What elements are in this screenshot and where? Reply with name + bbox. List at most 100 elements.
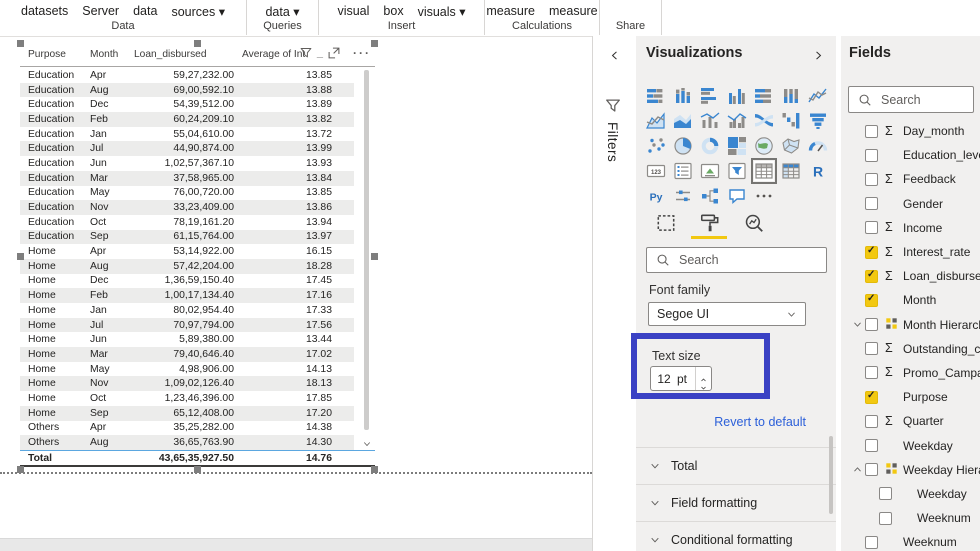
table-row[interactable]: Home Oct 1,23,46,396.00 17.85 (20, 391, 354, 406)
field-checkbox[interactable] (865, 246, 878, 259)
tab-fields-icon[interactable] (655, 212, 677, 234)
column-header[interactable]: Loan_disbursed (134, 49, 242, 60)
field-item[interactable]: Weekday (841, 482, 980, 506)
table-row[interactable]: Home Nov 1,09,02,126.40 18.13 (20, 376, 354, 391)
text-size-input[interactable] (651, 372, 677, 386)
qna-icon[interactable] (727, 186, 747, 206)
table-row[interactable]: Home Feb 1,00,17,134.40 17.16 (20, 288, 354, 303)
field-checkbox[interactable] (865, 366, 878, 379)
resize-handle[interactable] (371, 253, 378, 260)
field-checkbox[interactable] (865, 439, 878, 452)
decomposition-tree-icon[interactable] (700, 186, 720, 206)
line-clustered-column-icon[interactable] (727, 111, 747, 131)
field-item[interactable]: Σ Outstanding_c (841, 337, 980, 361)
field-checkbox[interactable] (865, 149, 878, 162)
tab-format-icon[interactable] (699, 212, 721, 234)
field-checkbox[interactable] (865, 197, 878, 210)
hierarchy-expand-icon[interactable] (850, 464, 865, 475)
fields-search[interactable] (848, 86, 974, 113)
field-item[interactable]: Purpose (841, 385, 980, 409)
table-row[interactable]: Education Mar 37,58,965.00 13.84 (20, 171, 354, 186)
field-checkbox[interactable] (865, 536, 878, 549)
treemap-icon[interactable] (727, 136, 747, 156)
field-checkbox[interactable] (865, 173, 878, 186)
python-icon[interactable]: Py (646, 186, 666, 206)
field-item[interactable]: Σ Interest_rate (841, 240, 980, 264)
focus-mode-icon[interactable] (327, 46, 341, 60)
table-row[interactable]: Education Sep 61,15,764.00 13.97 (20, 230, 354, 245)
table-row[interactable]: Education Feb 60,24,209.10 13.82 (20, 112, 354, 127)
table-row[interactable]: Education May 76,00,720.00 13.85 (20, 186, 354, 201)
matrix-icon[interactable] (781, 161, 801, 181)
table-row[interactable]: Home Apr 53,14,922.00 16.15 (20, 244, 354, 259)
ribbon-item[interactable]: measure (549, 4, 598, 19)
field-checkbox[interactable] (865, 221, 878, 234)
column-header[interactable]: Month (90, 49, 134, 60)
table-row[interactable]: Home Aug 57,42,204.00 18.28 (20, 259, 354, 274)
field-item[interactable]: Σ Quarter (841, 409, 980, 433)
filter-funnel-icon[interactable] (299, 46, 313, 60)
text-size-stepper[interactable]: pt (650, 366, 712, 391)
ribbon-item[interactable]: sources ▾ (171, 4, 225, 19)
field-item[interactable]: Weeknum (841, 506, 980, 530)
expand-filters-icon[interactable] (608, 49, 621, 62)
area-chart-icon[interactable] (646, 111, 666, 131)
resize-handle[interactable] (194, 40, 201, 47)
100-stacked-column-icon[interactable] (781, 86, 801, 106)
collapse-pane-icon[interactable] (812, 49, 825, 62)
fields-search-input[interactable] (879, 92, 964, 108)
format-section[interactable]: Field formatting (636, 484, 836, 521)
gauge-icon[interactable] (808, 136, 828, 156)
table-visual[interactable]: _ ··· PurposeMonthLoan_disbursedAverage … (20, 43, 375, 470)
more-options-icon[interactable]: ··· (353, 46, 371, 60)
field-item[interactable]: Σ Promo_Campa (841, 361, 980, 385)
more-visuals-icon[interactable] (754, 186, 774, 206)
multi-row-card-icon[interactable] (673, 161, 693, 181)
ribbon-item[interactable]: visual (337, 4, 369, 19)
table-row[interactable]: Home Jun 5,89,380.00 13.44 (20, 332, 354, 347)
field-checkbox[interactable] (865, 391, 878, 404)
spin-down-icon[interactable] (699, 379, 708, 387)
stacked-area-chart-icon[interactable] (673, 111, 693, 131)
field-item[interactable]: Education_level (841, 143, 980, 167)
table-icon[interactable] (754, 161, 774, 181)
format-section[interactable]: Total (636, 447, 836, 484)
100-stacked-bar-icon[interactable] (754, 86, 774, 106)
field-item[interactable]: Gender (841, 192, 980, 216)
field-checkbox[interactable] (879, 512, 892, 525)
donut-chart-icon[interactable] (700, 136, 720, 156)
field-item[interactable]: Month Hierarchy (841, 313, 980, 337)
field-item[interactable]: Σ Feedback (841, 167, 980, 191)
clustered-bar-chart-icon[interactable] (700, 86, 720, 106)
key-influencers-icon[interactable] (673, 186, 693, 206)
pane-scrollbar-thumb[interactable] (829, 436, 833, 514)
table-row[interactable]: Education Dec 54,39,512.00 13.89 (20, 97, 354, 112)
map-icon[interactable] (754, 136, 774, 156)
line-stacked-column-icon[interactable] (700, 111, 720, 131)
table-row[interactable]: Education Nov 33,23,409.00 13.86 (20, 200, 354, 215)
table-row[interactable]: Education Oct 78,19,161.20 13.94 (20, 215, 354, 230)
ribbon-item[interactable]: data ▾ (265, 4, 299, 19)
hierarchy-expand-icon[interactable] (850, 319, 865, 330)
table-row[interactable]: Home Jul 70,97,794.00 17.56 (20, 318, 354, 333)
field-checkbox[interactable] (865, 270, 878, 283)
field-checkbox[interactable] (865, 463, 878, 476)
table-row[interactable]: Home Sep 65,12,408.00 17.20 (20, 406, 354, 421)
resize-handle[interactable] (371, 466, 378, 473)
column-header[interactable]: Purpose (28, 49, 90, 60)
table-row[interactable]: Education Jul 44,90,874.00 13.99 (20, 141, 354, 156)
ribbon-item[interactable]: data (133, 4, 157, 19)
clustered-column-chart-icon[interactable] (727, 86, 747, 106)
stacked-bar-chart-icon[interactable] (646, 86, 666, 106)
revert-to-default-link[interactable]: Revert to default (714, 415, 806, 429)
field-item[interactable]: Σ Loan_disbursed (841, 264, 980, 288)
field-item[interactable]: Month (841, 288, 980, 312)
ribbon-item[interactable]: visuals ▾ (418, 4, 466, 19)
resize-handle[interactable] (17, 40, 24, 47)
scrollbar-thumb[interactable] (364, 70, 369, 430)
table-row[interactable]: Others Apr 35,25,282.00 14.38 (20, 421, 354, 436)
funnel-chart-icon[interactable] (808, 111, 828, 131)
field-item[interactable]: Weekday (841, 433, 980, 457)
field-item[interactable]: Σ Income (841, 216, 980, 240)
table-row[interactable]: Education Aug 69,00,592.10 13.88 (20, 83, 354, 98)
